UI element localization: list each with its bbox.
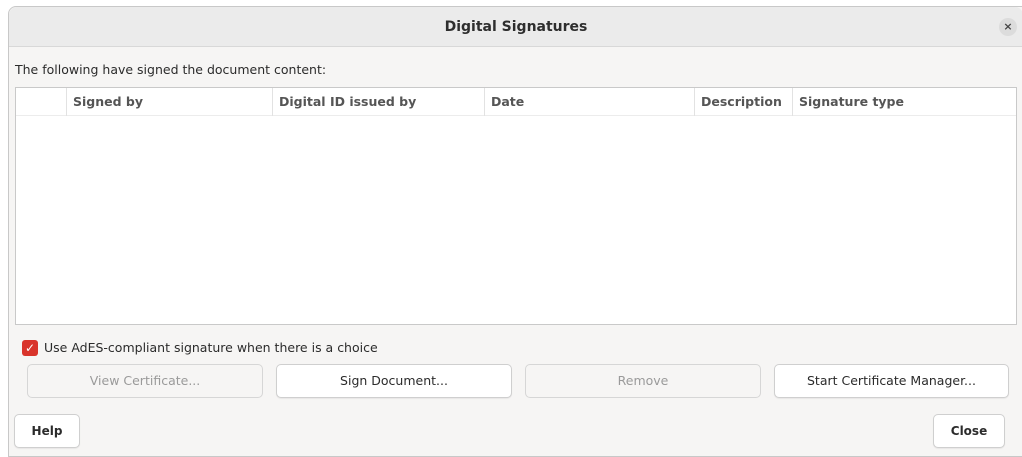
intro-text: The following have signed the document c… [15,62,327,77]
signatures-table[interactable]: Signed by Digital ID issued by Date Desc… [15,87,1017,325]
column-header-description[interactable]: Description [694,88,792,116]
remove-button[interactable]: Remove [525,364,761,398]
help-button[interactable]: Help [14,414,80,448]
column-header-status[interactable] [16,88,66,116]
column-header-signature-type[interactable]: Signature type [792,88,1016,116]
column-header-date[interactable]: Date [484,88,694,116]
close-icon[interactable]: × [999,18,1017,36]
table-header: Signed by Digital ID issued by Date Desc… [16,88,1016,116]
title-bar: Digital Signatures × [9,7,1022,47]
ades-checkbox-label[interactable]: Use AdES-compliant signature when there … [44,339,378,357]
column-header-signed-by[interactable]: Signed by [66,88,272,116]
column-header-digital-id-issued-by[interactable]: Digital ID issued by [272,88,484,116]
sign-document-button[interactable]: Sign Document... [276,364,512,398]
digital-signatures-dialog: Digital Signatures × The following have … [8,6,1022,457]
start-certificate-manager-button[interactable]: Start Certificate Manager... [774,364,1009,398]
view-certificate-button[interactable]: View Certificate... [27,364,263,398]
dialog-title: Digital Signatures [444,19,588,35]
ades-checkbox[interactable]: ✓ [22,340,38,356]
close-button[interactable]: Close [933,414,1005,448]
